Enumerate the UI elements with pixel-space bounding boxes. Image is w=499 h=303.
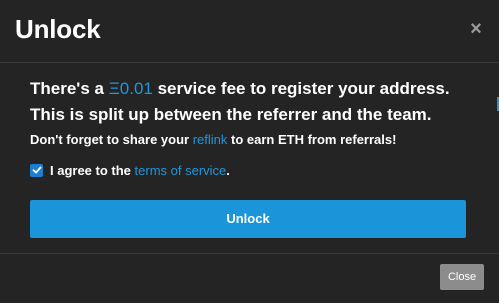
terms-agree-prefix: I agree to the bbox=[50, 162, 135, 178]
modal-body: There's a Ξ0.01 service fee to register … bbox=[0, 64, 499, 254]
eth-fee-value: 0.01 bbox=[119, 79, 153, 98]
split-message: This is split up between the referrer an… bbox=[30, 105, 432, 124]
unlock-modal: Unlock × There's a Ξ0.01 service fee to … bbox=[0, 0, 499, 303]
reflink-link[interactable]: reflink bbox=[193, 132, 228, 147]
reflink-message-prefix: Don't forget to share your bbox=[30, 132, 193, 147]
close-icon[interactable]: × bbox=[468, 18, 484, 40]
fee-message: There's a Ξ0.01 service fee to register … bbox=[30, 76, 469, 102]
terms-agree-label: I agree to the terms of service. bbox=[50, 163, 230, 178]
fee-message-suffix: service fee to register your address. bbox=[152, 79, 450, 98]
eth-fee-amount: Ξ0.01 bbox=[109, 79, 153, 98]
reflink-message: Don't forget to share your reflink to ea… bbox=[30, 130, 469, 150]
terms-checkbox[interactable] bbox=[30, 163, 43, 177]
modal-title: Unlock bbox=[15, 14, 101, 44]
modal-footer: Close bbox=[0, 253, 499, 303]
reflink-message-suffix: to earn ETH from referrals! bbox=[227, 132, 397, 147]
fee-message-prefix: There's a bbox=[30, 79, 109, 98]
eth-symbol-icon: Ξ bbox=[108, 79, 120, 98]
terms-agree-row: I agree to the terms of service. bbox=[30, 160, 469, 180]
terms-of-service-link[interactable]: terms of service bbox=[135, 163, 227, 178]
unlock-button[interactable]: Unlock bbox=[30, 200, 466, 238]
close-button[interactable]: Close bbox=[440, 264, 484, 290]
checkmark-icon bbox=[32, 166, 41, 174]
modal-header: Unlock × bbox=[0, 0, 499, 63]
terms-agree-suffix: . bbox=[226, 162, 230, 178]
